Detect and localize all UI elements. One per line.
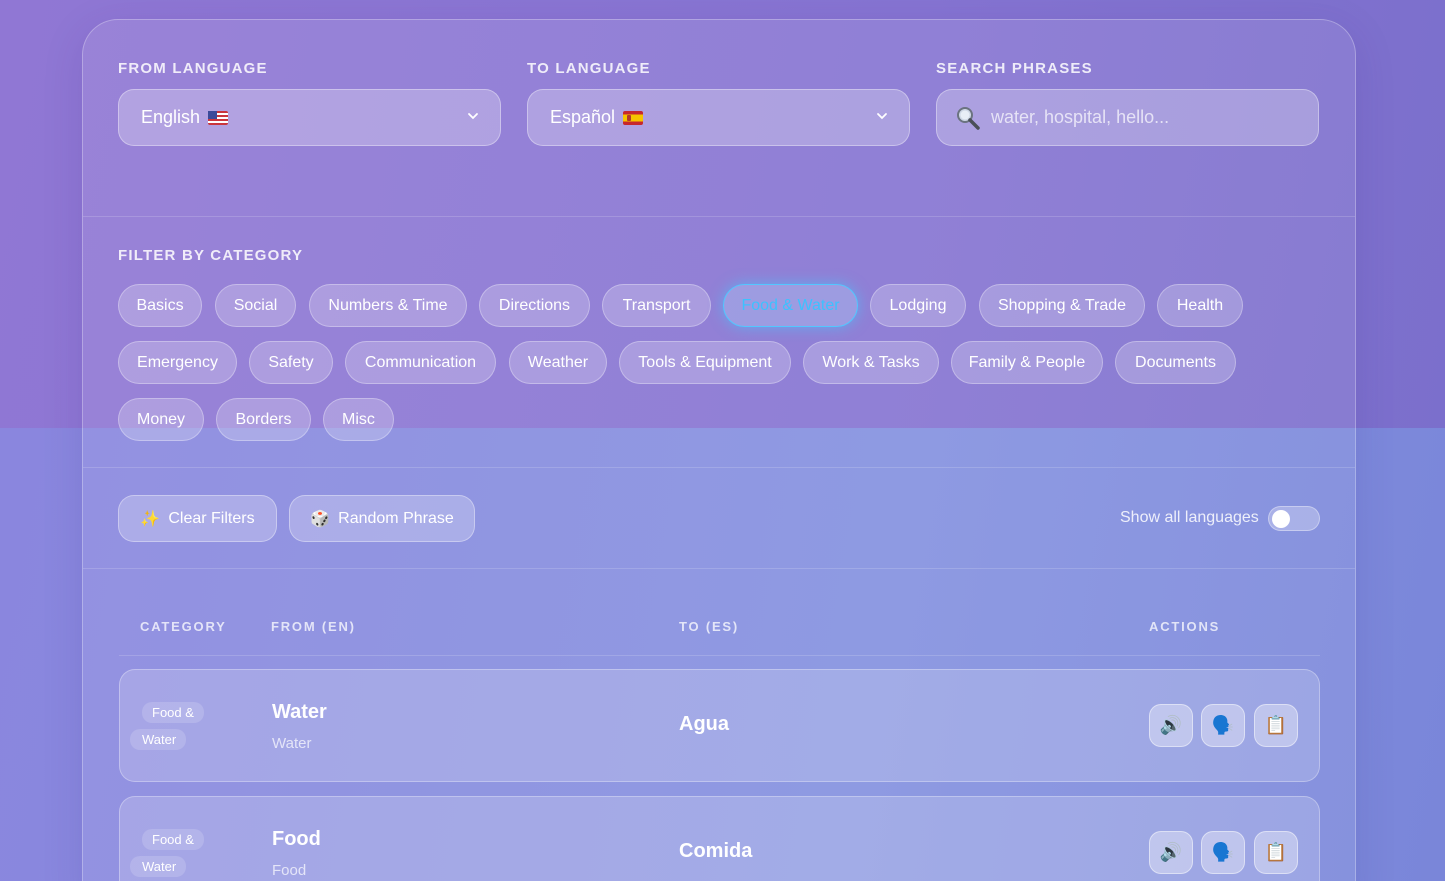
toggle-knob: [1272, 510, 1290, 528]
chip-money[interactable]: Money: [118, 398, 204, 441]
chevron-down-icon: [468, 113, 478, 120]
show-all-languages-toggle[interactable]: [1268, 506, 1320, 531]
chip-weather[interactable]: Weather: [509, 341, 607, 384]
from-language-select[interactable]: English: [118, 89, 501, 146]
category-tag: Water: [130, 729, 187, 750]
phrase-to: Comida: [679, 840, 753, 862]
header-to: TO (ES): [679, 619, 740, 634]
chip-basics[interactable]: Basics: [118, 284, 202, 327]
search-label: SEARCH PHRASES: [936, 60, 1093, 77]
us-flag-icon: [208, 110, 229, 125]
table-row: Food & Water Water Water Agua 🔊 🗣️ 📋: [119, 669, 1320, 782]
chip-food-water[interactable]: Food & Water: [723, 284, 858, 327]
chip-tools-equipment[interactable]: Tools & Equipment: [619, 341, 791, 384]
from-language-value: English: [141, 107, 201, 127]
chip-safety[interactable]: Safety: [249, 341, 333, 384]
to-language-value: Español: [550, 107, 616, 127]
random-phrase-button[interactable]: 🎲 Random Phrase: [289, 495, 475, 542]
spain-flag-icon: [623, 110, 644, 125]
chip-documents[interactable]: Documents: [1115, 341, 1236, 384]
speaker-icon[interactable]: 🔊: [1149, 704, 1193, 747]
chip-family-people[interactable]: Family & People: [951, 341, 1103, 384]
chevron-down-icon: [877, 113, 887, 120]
filter-label: FILTER BY CATEGORY: [118, 247, 304, 264]
random-phrase-label: Random Phrase: [338, 509, 454, 527]
clipboard-icon[interactable]: 📋: [1254, 831, 1298, 874]
header-actions: ACTIONS: [1149, 619, 1221, 634]
chip-lodging[interactable]: Lodging: [870, 284, 966, 327]
speaker-icon[interactable]: 🔊: [1149, 831, 1193, 874]
chip-emergency[interactable]: Emergency: [118, 341, 237, 384]
chip-directions[interactable]: Directions: [479, 284, 590, 327]
sparkles-icon: ✨: [140, 510, 161, 528]
chip-transport[interactable]: Transport: [602, 284, 711, 327]
header-category: CATEGORY: [140, 619, 227, 634]
search-icon: [957, 106, 980, 130]
chip-borders[interactable]: Borders: [216, 398, 311, 441]
speaking-head-icon[interactable]: 🗣️: [1201, 831, 1245, 874]
phrase-from-sub: Water: [272, 735, 312, 752]
clipboard-icon[interactable]: 📋: [1254, 704, 1298, 747]
to-language-select[interactable]: Español: [527, 89, 910, 146]
category-tag: Food &: [142, 829, 204, 850]
chip-misc[interactable]: Misc: [323, 398, 394, 441]
chip-health[interactable]: Health: [1157, 284, 1243, 327]
to-language-label: TO LANGUAGE: [527, 60, 651, 77]
show-all-languages-label: Show all languages: [1120, 509, 1259, 526]
chip-shopping-trade[interactable]: Shopping & Trade: [979, 284, 1145, 327]
clear-filters-button[interactable]: ✨ Clear Filters: [118, 495, 277, 542]
phrase-to: Agua: [679, 713, 729, 735]
category-tag: Food &: [142, 702, 204, 723]
search-placeholder: water, hospital, hello...: [991, 107, 1170, 127]
divider: [83, 568, 1355, 569]
clear-filters-label: Clear Filters: [168, 509, 255, 527]
category-tag: Water: [130, 856, 187, 877]
chip-communication[interactable]: Communication: [345, 341, 496, 384]
header-divider: [119, 655, 1320, 656]
main-panel: FROM LANGUAGE English TO LANGUAGE Españo…: [82, 19, 1356, 881]
chip-numbers-time[interactable]: Numbers & Time: [309, 284, 467, 327]
from-language-label: FROM LANGUAGE: [118, 60, 268, 77]
phrase-from: Food: [272, 828, 321, 850]
search-input[interactable]: water, hospital, hello...: [936, 89, 1319, 146]
header-from: FROM (EN): [271, 619, 356, 634]
phrase-from: Water: [272, 701, 327, 723]
divider: [83, 467, 1355, 468]
dice-icon: 🎲: [310, 510, 331, 528]
phrase-from-sub: Food: [272, 862, 307, 879]
speaking-head-icon[interactable]: 🗣️: [1201, 704, 1245, 747]
chip-work-tasks[interactable]: Work & Tasks: [803, 341, 939, 384]
chip-social[interactable]: Social: [215, 284, 296, 327]
divider: [83, 216, 1355, 217]
table-row: Food & Water Food Food Comida 🔊 🗣️ 📋: [119, 796, 1320, 881]
